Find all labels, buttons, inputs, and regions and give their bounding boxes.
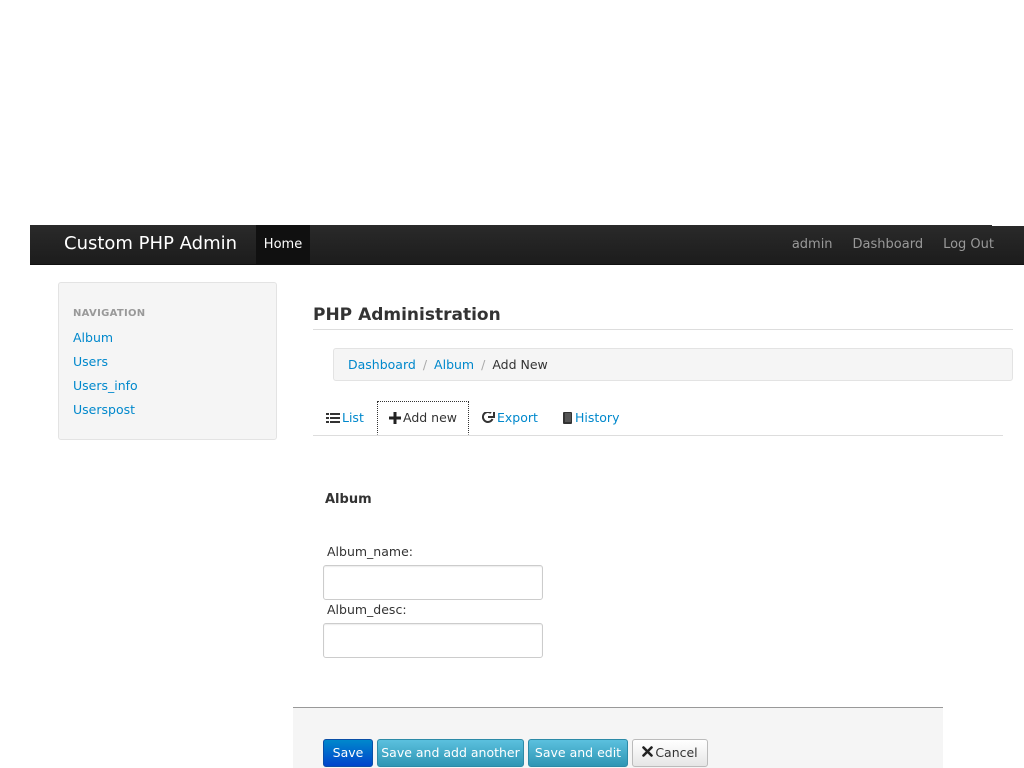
album-name-label: Album_name: [327, 544, 413, 559]
breadcrumb-separator: / [481, 357, 486, 372]
breadcrumb-separator: / [422, 357, 428, 372]
breadcrumb-dashboard[interactable]: Dashboard [348, 357, 416, 372]
sidebar: NAVIGATION Album Users Users_info Usersp… [58, 282, 277, 440]
sidebar-item-userspost[interactable]: Userspost [73, 402, 135, 417]
save-edit-button[interactable]: Save and edit [528, 739, 628, 767]
tab-list-label: List [342, 410, 364, 425]
close-icon [642, 740, 654, 766]
navbar-right-menu: admin Dashboard Log Out [792, 225, 994, 264]
nav-home-link[interactable]: Home [256, 225, 310, 264]
form-legend: Album [325, 492, 372, 507]
action-tabs: List Add new Export History [313, 401, 1003, 436]
breadcrumb-album[interactable]: Album [434, 357, 474, 372]
top-navbar: Custom PHP Admin Home admin Dashboard Lo… [30, 225, 1024, 265]
cancel-button[interactable]: Cancel [632, 739, 708, 767]
logout-link[interactable]: Log Out [943, 237, 994, 252]
sidebar-item-users-info[interactable]: Users_info [73, 378, 138, 393]
sidebar-item-album[interactable]: Album [73, 330, 113, 345]
form-actions: Save Save and add another Save and edit … [293, 707, 943, 768]
tab-history-label: History [575, 410, 620, 425]
save-add-another-button[interactable]: Save and add another [377, 739, 524, 767]
album-desc-label: Album_desc: [327, 602, 407, 617]
sidebar-item-users[interactable]: Users [73, 354, 108, 369]
tab-history[interactable]: History [562, 401, 619, 435]
tab-list[interactable]: List [326, 401, 364, 435]
album-name-input[interactable] [323, 565, 543, 600]
breadcrumb-current: Add New [492, 357, 548, 372]
sidebar-header: NAVIGATION [73, 308, 146, 319]
brand-link[interactable]: Custom PHP Admin [64, 225, 237, 264]
plus-icon [389, 412, 401, 424]
cancel-label: Cancel [655, 745, 698, 760]
list-icon [326, 412, 340, 424]
user-link[interactable]: admin [792, 237, 833, 252]
tab-export[interactable]: Export [482, 401, 538, 435]
tab-add-new-label: Add new [403, 410, 458, 425]
sidebar-list: Album Users Users_info Userspost [73, 329, 138, 425]
page-title: PHP Administration [313, 305, 501, 325]
breadcrumb: Dashboard / Album / Add New [333, 348, 1013, 381]
navbar-edge-mark [992, 224, 1024, 226]
tab-add-new[interactable]: Add new [377, 401, 470, 435]
save-button[interactable]: Save [323, 739, 373, 767]
nav-dashboard-link[interactable]: Dashboard [853, 237, 924, 252]
tab-export-label: Export [497, 410, 538, 425]
export-icon [482, 412, 495, 424]
album-desc-input[interactable] [323, 623, 543, 658]
title-divider [313, 329, 1013, 330]
book-icon [562, 412, 573, 424]
